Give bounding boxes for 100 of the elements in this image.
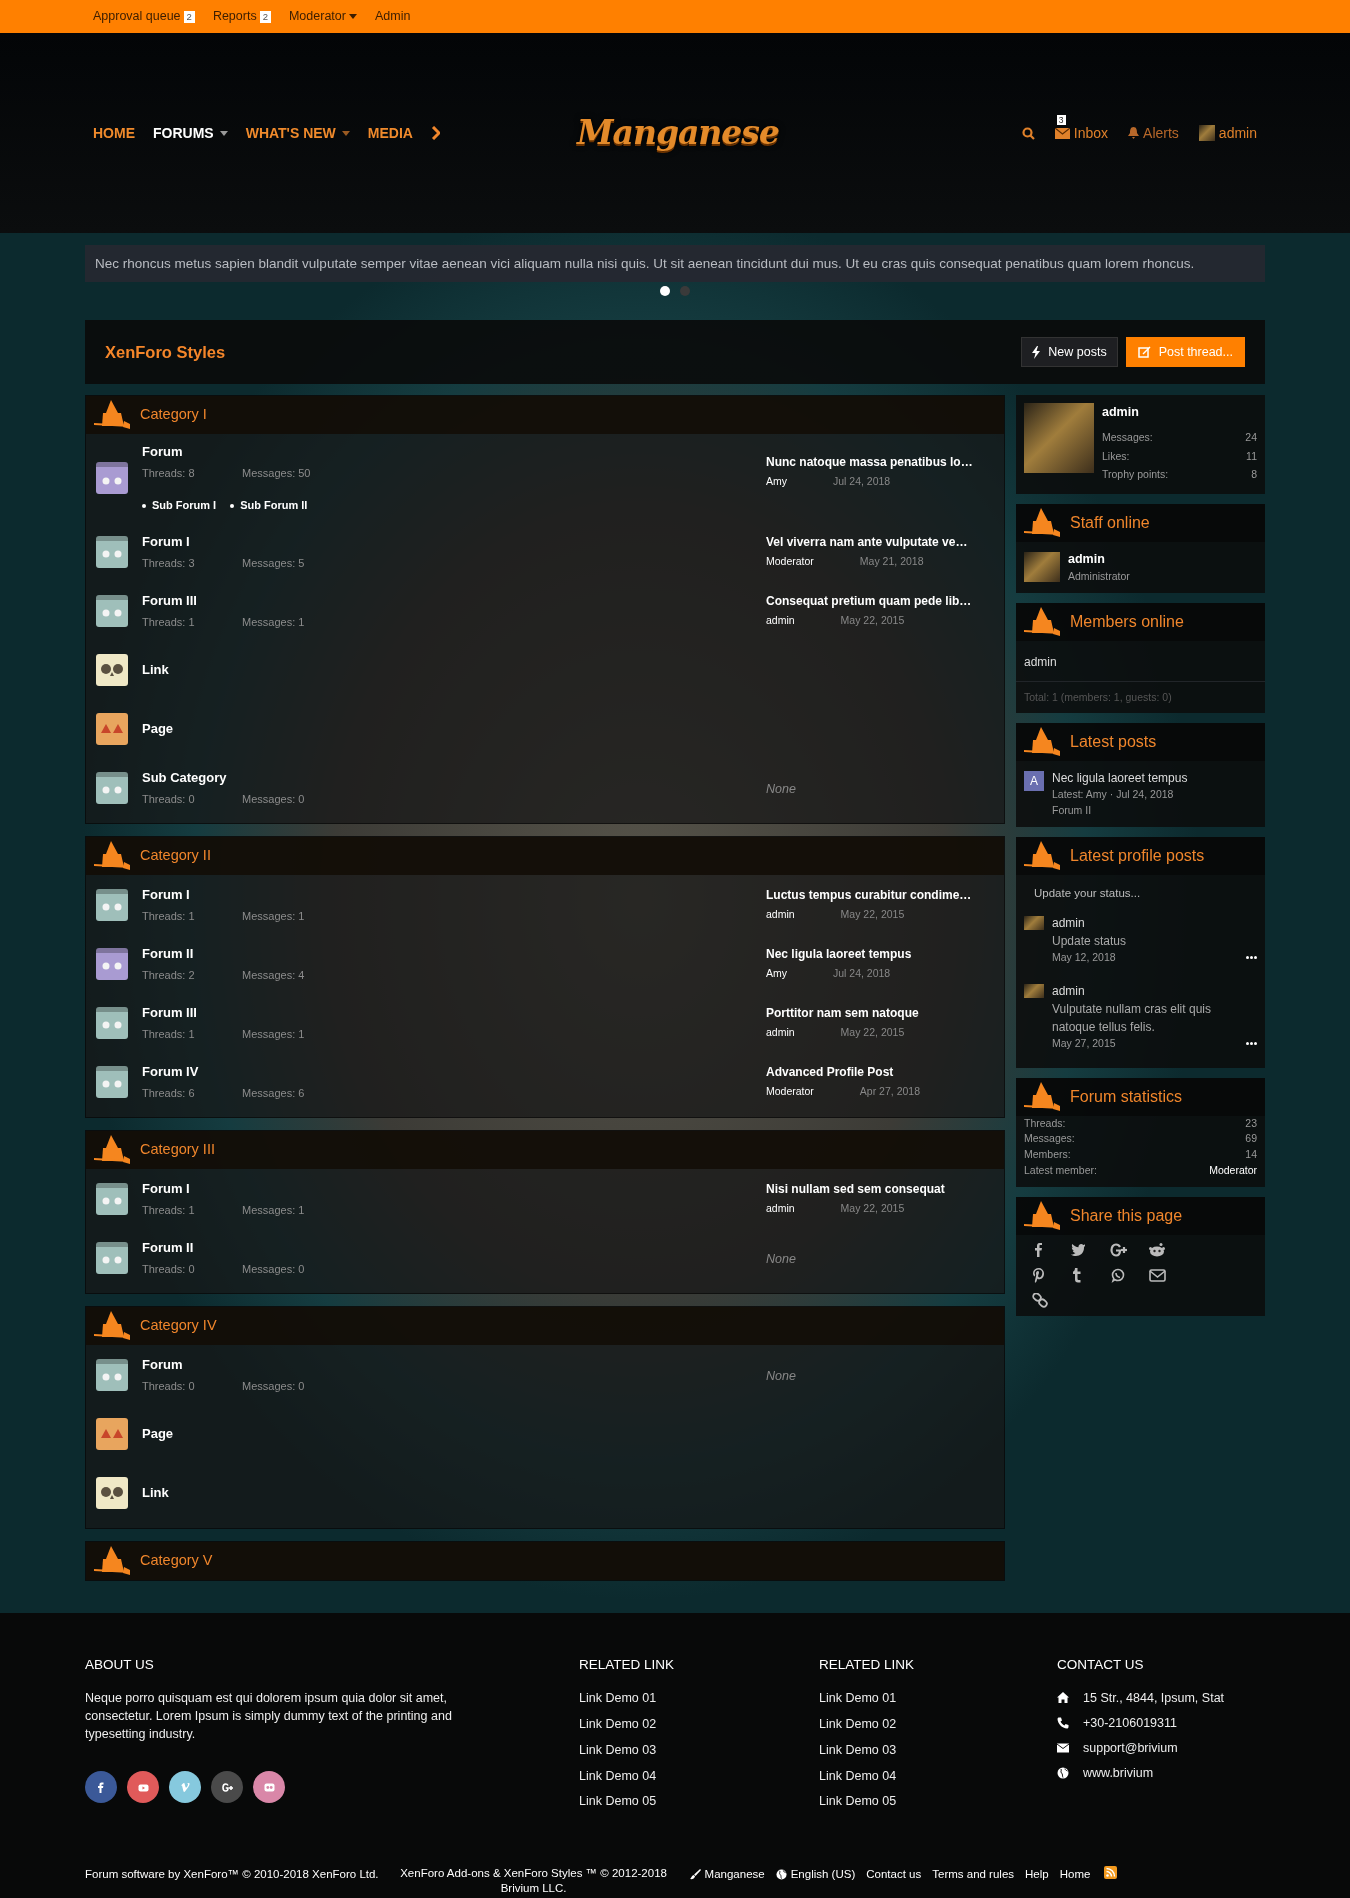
site-logo[interactable]: Manganese [577,108,779,158]
post-date: May 22, 2015 [840,613,905,629]
message-count: Messages: 0 [242,792,305,807]
username-link[interactable]: admin [1024,654,1057,669]
footer-link[interactable]: Link Demo 03 [819,1740,1057,1760]
username-link[interactable]: admin [766,907,795,923]
social-link[interactable] [127,1771,159,1804]
subforum-link[interactable]: Sub Forum II [230,497,308,514]
rss-icon[interactable] [1104,1866,1118,1879]
footer-link[interactable]: Link Demo 02 [819,1715,1057,1734]
username-link[interactable]: admin [766,613,795,629]
more-icon[interactable] [1246,1042,1257,1046]
thread-count: Threads: 1 [142,615,196,630]
nav-tab[interactable]: HOME [93,122,135,144]
username-link[interactable]: admin [1052,981,1257,1000]
new-posts-button[interactable]: New posts [1021,336,1118,368]
category-title[interactable]: Category I [140,404,207,426]
footer-link[interactable]: Terms and rules [932,1866,1015,1884]
username-link[interactable]: admin [1102,403,1257,422]
node-title[interactable]: Forum I [142,1178,305,1198]
footer-link[interactable]: Link Demo 01 [579,1689,819,1708]
reddit-icon[interactable] [1149,1242,1166,1258]
username-link[interactable]: admin [766,1201,795,1217]
node-title[interactable]: Forum II [142,943,305,963]
nav-tab[interactable]: FORUMS [153,122,228,144]
footer-link[interactable]: Link Demo 03 [579,1740,819,1760]
node-title[interactable]: Forum III [142,1002,305,1022]
category-title[interactable]: Category III [140,1139,215,1161]
node-title[interactable]: Forum III [142,590,305,610]
more-icon[interactable] [1246,956,1257,960]
nav-tab[interactable]: MEDIA [367,122,413,144]
slide-dot[interactable] [660,286,670,296]
inbox-link[interactable]: Inbox 3 [1054,114,1109,144]
nav-tab[interactable]: WHAT'S NEW [245,122,350,144]
node-title[interactable]: Page [142,1423,174,1444]
last-post-title[interactable]: Advanced Profile Post [766,1063,994,1082]
node-title[interactable]: Link [142,1482,169,1503]
footer-link[interactable]: English (US) [775,1866,856,1884]
footer-link[interactable]: Link Demo 02 [579,1715,819,1734]
category-title[interactable]: Category V [140,1550,213,1572]
whatsapp-icon[interactable] [1110,1267,1127,1283]
last-post-title[interactable]: Consequat pretium quam pede lib… [766,592,994,611]
username-link[interactable]: admin [766,1025,795,1041]
username-link[interactable]: Moderator [766,554,814,570]
footer-link[interactable]: Link Demo 05 [819,1792,1057,1811]
node-title[interactable]: Forum I [142,884,305,904]
footer-link[interactable]: Manganese [689,1866,765,1884]
username-link[interactable]: Amy [766,966,787,982]
slide-dot[interactable] [680,286,690,296]
profile-post-text: Update status [1052,933,1128,950]
footer-link[interactable]: Help [1025,1866,1049,1884]
node-title[interactable]: Forum II [142,1237,305,1257]
username-link[interactable]: admin [1068,550,1130,569]
last-post-title[interactable]: Porttitor nam sem natoque [766,1004,994,1023]
social-link[interactable] [85,1771,117,1804]
node-title[interactable]: Forum [142,441,322,461]
node-title[interactable]: Link [142,659,169,680]
node-title[interactable]: Forum IV [142,1061,305,1081]
toolbar-link[interactable]: Moderator [288,7,357,26]
thread-link[interactable]: Nec ligula laoreet tempus [1052,769,1188,788]
footer-link[interactable]: Contact us [866,1866,922,1884]
footer-link[interactable]: Link Demo 04 [579,1766,819,1786]
brivium-copyright-text: XenForo Add-ons & XenForo Styles ™ © 2012-2018 Brivium LLC. [399,1866,668,1896]
twitter-icon[interactable] [1071,1242,1088,1258]
stat-value: 11 [1246,448,1257,464]
node-title[interactable]: Forum [142,1354,305,1374]
category-title[interactable]: Category IV [140,1315,217,1337]
toolbar-link[interactable]: Reports 2 [212,7,271,26]
username-link[interactable]: admin [1052,914,1257,932]
search-icon[interactable] [1021,126,1035,140]
username-link[interactable]: Moderator [766,1084,814,1100]
social-link[interactable] [211,1771,243,1804]
footer-link[interactable]: Home [1059,1866,1091,1884]
link-icon[interactable] [1032,1292,1049,1308]
user-menu-link[interactable]: admin [1198,122,1257,144]
node-title[interactable]: Page [142,718,174,739]
last-post-title[interactable]: Nec ligula laoreet tempus [766,945,994,964]
message-count: Messages: 1 [242,1203,305,1218]
node-title[interactable]: Forum I [142,531,305,551]
alerts-link[interactable]: Alerts [1128,122,1179,144]
chevron-right-icon[interactable] [430,126,440,140]
footer-link[interactable]: Link Demo 01 [819,1689,1057,1708]
last-post-title[interactable]: Luctus tempus curabitur condime… [766,886,994,905]
toolbar-link[interactable]: Admin [374,7,411,26]
node-title[interactable]: Sub Category [142,767,305,787]
subforum-link[interactable]: Sub Forum I [142,497,217,514]
google-plus-icon[interactable] [1110,1242,1127,1258]
last-post-title[interactable]: Nisi nullam sed sem consequat [766,1180,994,1199]
last-post-title[interactable]: Vel viverra nam ante vulputate ve… [766,533,994,552]
toolbar-link[interactable]: Approval queue 2 [93,7,195,26]
social-link[interactable] [253,1771,285,1804]
social-link[interactable] [169,1771,201,1804]
block-title: Share this page [1070,1205,1183,1226]
mail-icon[interactable] [1149,1267,1166,1283]
footer-link[interactable]: Link Demo 05 [579,1792,819,1811]
status-input[interactable]: Update your status... [1024,880,1198,906]
username-link[interactable]: Amy [766,473,787,490]
footer-link[interactable]: Link Demo 04 [819,1766,1057,1786]
category-title[interactable]: Category II [140,845,211,867]
last-post-title[interactable]: Nunc natoque massa penatibus lo… [766,452,994,471]
